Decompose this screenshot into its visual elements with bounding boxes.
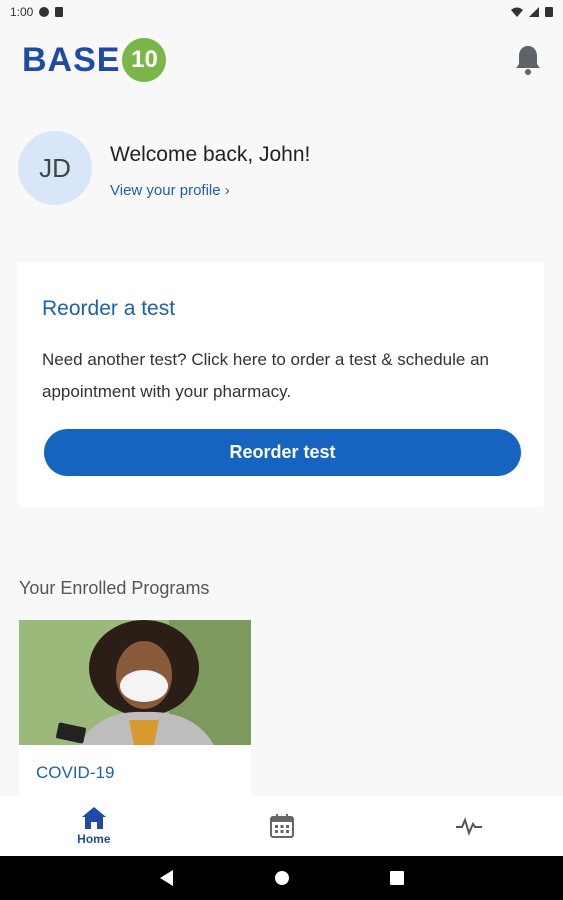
calendar-icon [269, 814, 294, 838]
activity-icon [456, 817, 483, 836]
notification-icon [39, 7, 50, 17]
nav-activity[interactable] [375, 796, 563, 856]
wifi-icon [511, 7, 523, 17]
system-navigation-bar [0, 856, 563, 900]
back-icon[interactable] [159, 870, 174, 886]
logo-ten-badge: 10 [122, 38, 167, 82]
logo-text: BASE [22, 40, 121, 79]
program-card-covid19[interactable]: COVID-19 [19, 620, 251, 796]
nav-home[interactable]: Home [0, 796, 188, 856]
reorder-card: Reorder a test Need another test? Click … [18, 262, 544, 507]
notifications-bell-icon[interactable] [514, 44, 542, 76]
battery-icon [545, 7, 553, 17]
enrolled-programs-title: Your Enrolled Programs [19, 578, 210, 598]
home-circle-icon[interactable] [274, 870, 290, 886]
app-header: BASE 10 [0, 30, 563, 94]
recents-icon[interactable] [389, 871, 404, 885]
status-time: 1:00 [10, 5, 34, 19]
reorder-card-title: Reorder a test [42, 297, 176, 320]
view-profile-link[interactable]: View your profile › [110, 182, 230, 199]
welcome-text: Welcome back, John! [110, 143, 311, 166]
home-icon [81, 807, 106, 829]
reorder-card-description: Need another test? Click here to order a… [42, 350, 489, 401]
program-photo-woman-with-mask [19, 620, 251, 745]
reorder-test-button[interactable]: Reorder test [44, 429, 521, 476]
avatar[interactable]: JD [18, 131, 92, 205]
program-name: COVID-19 [36, 763, 115, 782]
profile-section: JD Welcome back, John! View your profile… [18, 131, 538, 211]
nav-home-label: Home [77, 832, 111, 846]
bottom-navigation: Home [0, 796, 563, 856]
sim-card-icon [55, 7, 64, 17]
signal-icon [529, 7, 539, 17]
nav-calendar[interactable] [188, 796, 376, 856]
base10-logo: BASE 10 [22, 38, 167, 82]
status-bar: 1:00 [0, 0, 563, 24]
